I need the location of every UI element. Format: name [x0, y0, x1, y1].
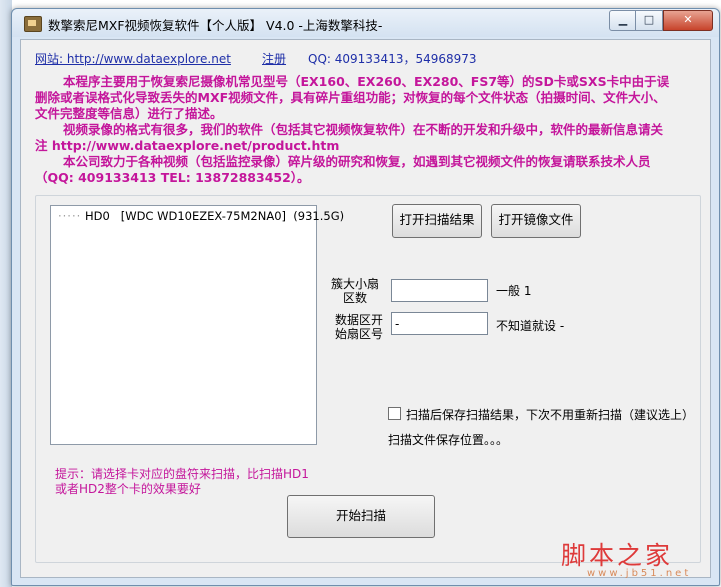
description-paragraph-3: 本公司致力于各种视频（包括监控录像）碎片级的研究和恢复，如遇到其它视频文件的恢复… [35, 154, 651, 185]
save-scan-result-checkbox[interactable] [388, 407, 401, 420]
start-sector-label: 数据区开始扇区号 [334, 313, 383, 341]
disk-tree-item[interactable]: ····· HD0 [WDC WD10EZEX-75M2NA0] (931.5G… [58, 209, 344, 223]
description-paragraph-2: 视频录像的格式有很多，我们的软件（包括其它视频恢复软件）在不断的开发和升级中，软… [35, 122, 664, 153]
cluster-size-note: 一般 1 [496, 284, 532, 298]
open-image-file-button[interactable]: 打开镜像文件 [491, 204, 581, 238]
description-paragraph-1: 本程序主要用于恢复索尼摄像机常见型号（EX160、EX260、EX280、FS7… [35, 74, 670, 121]
start-scan-button[interactable]: 开始扫描 [287, 495, 435, 538]
maximize-button[interactable]: □ [635, 10, 663, 31]
app-icon [24, 16, 42, 32]
window-title: 数擎索尼MXF视频恢复软件【个人版】 V4.0 -上海数擎科技- [48, 18, 383, 33]
tree-connector-icon: ····· [58, 209, 82, 223]
close-button[interactable]: ✕ [663, 10, 713, 31]
open-scan-result-button[interactable]: 打开扫描结果 [392, 204, 482, 238]
watermark-url-text: www.jb51.net [587, 568, 692, 579]
website-link[interactable]: 网站: http://www.dataexplore.net [35, 50, 231, 67]
app-window: 数擎索尼MXF视频恢复软件【个人版】 V4.0 -上海数擎科技- ▁ □ ✕ 网… [11, 8, 720, 586]
scan-hint-text: 提示：请选择卡对应的盘符来扫描，比扫描HD1或者HD2整个卡的效果要好 [55, 467, 309, 496]
site-watermark: 脚本之家 www.jb51.net [551, 536, 711, 586]
start-sector-input[interactable]: - [391, 312, 488, 335]
disk-tree-list[interactable]: ····· HD0 [WDC WD10EZEX-75M2NA0] (931.5G… [50, 205, 344, 445]
product-description: 本程序主要用于恢复索尼摄像机常见型号（EX160、EX260、EX280、FS7… [35, 74, 675, 186]
register-link[interactable]: 注册 [262, 50, 286, 67]
qq-contact-text: QQ: 409133413，54968973 [308, 52, 477, 66]
main-panel: 网站: http://www.dataexplore.net 注册 QQ: 40… [20, 39, 711, 579]
start-sector-note: 不知道就设 - [496, 319, 565, 333]
title-bar[interactable]: 数擎索尼MXF视频恢复软件【个人版】 V4.0 -上海数擎科技- ▁ □ ✕ [12, 9, 719, 37]
cluster-size-label: 簇大小扇区数 [331, 277, 380, 305]
save-scan-result-label: 扫描后保存扫描结果，下次不用重新扫描（建议选上） [406, 408, 695, 422]
minimize-button[interactable]: ▁ [609, 10, 637, 31]
disk-tree-item-label: HD0 [WDC WD10EZEX-75M2NA0] (931.5G) [84, 209, 345, 223]
cluster-size-input[interactable] [391, 279, 488, 302]
save-location-text[interactable]: 扫描文件保存位置。。。 [388, 431, 508, 448]
watermark-logo-text: 脚本之家 [561, 541, 674, 570]
